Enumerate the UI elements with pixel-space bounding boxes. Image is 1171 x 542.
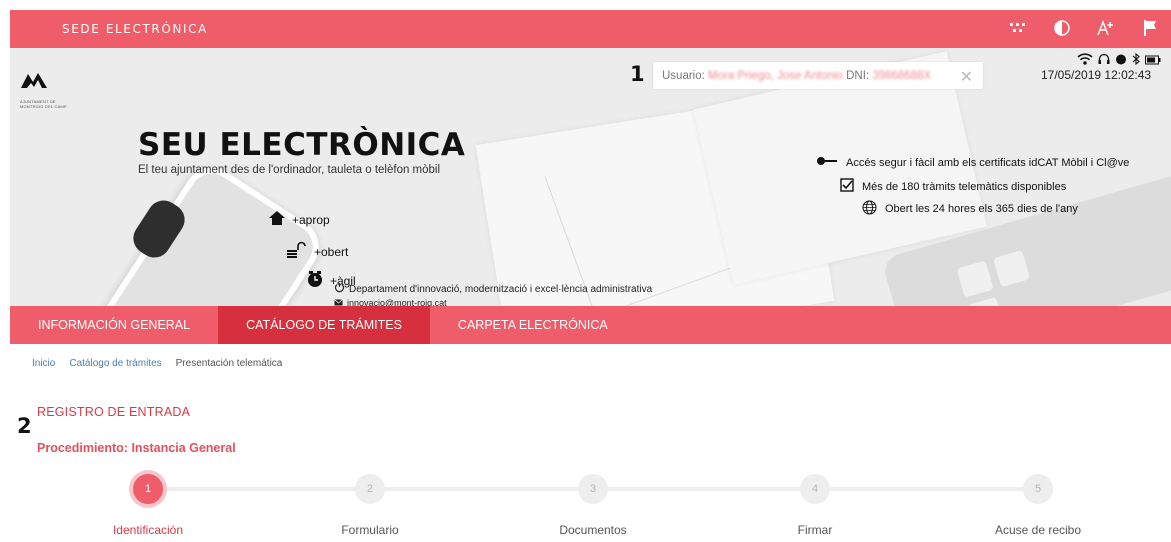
step-identificacion[interactable]: 1 Identificación <box>68 470 228 537</box>
apps-grid-icon[interactable] <box>1007 17 1029 39</box>
session-datetime: 17/05/2019 12:02:43 <box>1041 68 1152 82</box>
step-label: Firmar <box>797 523 833 537</box>
step-documentos[interactable]: 3 Documentos <box>513 470 673 537</box>
step-label: Documentos <box>559 523 627 537</box>
checkbox-icon <box>840 178 854 195</box>
logo-text: AJUNTAMENT DE MONTROIG DEL CAMP <box>20 99 67 109</box>
annotation-marker-1: 1 <box>630 62 645 86</box>
bullet-text: Més de 180 tràmits telemàtics disponible… <box>862 180 1067 193</box>
email-line: innovacio@mont-roig.cat <box>334 298 447 306</box>
annotation-marker-2: 2 <box>17 414 32 438</box>
nav-item-carpeta-electronica[interactable]: CARPETA ELECTRÓNICA <box>430 306 636 344</box>
step-number[interactable]: 3 <box>578 474 608 504</box>
dni-label: DNI: <box>846 69 870 82</box>
globe-icon <box>862 200 877 218</box>
step-label: Formulario <box>341 523 399 537</box>
step-formulario[interactable]: 2 Formulario <box>290 470 450 537</box>
email-text[interactable]: innovacio@mont-roig.cat <box>347 298 447 306</box>
key-icon <box>816 156 838 169</box>
power-icon <box>334 282 345 296</box>
main-nav: INFORMACIÓN GENERAL CATÁLOGO DE TRÁMITES… <box>10 306 1171 344</box>
procedure-title: Procedimiento: Instancia General <box>37 441 236 455</box>
step-number[interactable]: 4 <box>800 474 830 504</box>
language-flag-icon[interactable] <box>1139 17 1161 39</box>
user-name: Mora Priego, Jose Antonio <box>708 69 843 82</box>
department-line: Departament d'innovació, modernització i… <box>334 282 652 296</box>
font-size-icon[interactable] <box>1095 17 1117 39</box>
site-brand[interactable]: SEDE ELECTRÓNICA <box>62 22 208 36</box>
breadcrumb: Inicio Catálogo de trámites Presentación… <box>32 358 282 369</box>
step-number[interactable]: 5 <box>1023 474 1053 504</box>
step-number[interactable]: 1 <box>133 474 163 504</box>
bullet-hours: Obert les 24 hores els 365 dies de l'any <box>862 200 1078 218</box>
page: SEDE ELECTRÓNICA AJUNTAMENT DE MONTROIG … <box>10 10 1171 542</box>
hero-banner: AJUNTAMENT DE MONTROIG DEL CAMP SEU ELEC… <box>10 48 1171 306</box>
unlock-icon <box>286 241 308 262</box>
step-label: Acuse de recibo <box>994 523 1082 537</box>
accessibility-tools <box>1007 17 1161 39</box>
department-text: Departament d'innovació, modernització i… <box>349 283 653 295</box>
municipality-logo[interactable]: AJUNTAMENT DE MONTROIG DEL CAMP <box>20 70 80 109</box>
step-label: Identificación <box>112 523 184 537</box>
top-bar: SEDE ELECTRÓNICA <box>10 10 1171 48</box>
nav-item-catalogo-tramites[interactable]: CATÁLOGO DE TRÁMITES <box>218 306 430 344</box>
breadcrumb-catalog[interactable]: Catálogo de trámites <box>69 358 161 369</box>
feature-aprop: +aprop <box>268 210 330 229</box>
bullet-text: Accés segur i fàcil amb els certificats … <box>846 156 1130 169</box>
mail-icon <box>334 298 343 306</box>
bullet-text: Obert les 24 hores els 365 dies de l'any <box>885 203 1078 215</box>
nav-item-informacion-general[interactable]: INFORMACIÓN GENERAL <box>10 306 218 344</box>
banner-subtitle: El teu ajuntament des de l'ordinador, ta… <box>138 164 441 176</box>
close-icon[interactable]: ✕ <box>960 67 973 87</box>
feature-obert: +obert <box>286 241 348 262</box>
bullet-procedures: Més de 180 tràmits telemàtics disponible… <box>840 178 1066 195</box>
step-acuse-recibo[interactable]: 5 Acuse de recibo <box>958 470 1118 537</box>
bullet-secure-access: Accés segur i fàcil amb els certificats … <box>816 156 1129 169</box>
home-icon <box>268 210 286 229</box>
clock-icon <box>306 270 324 291</box>
feature-label: +aprop <box>292 212 330 227</box>
user-label: Usuario: <box>662 69 705 82</box>
breadcrumb-home[interactable]: Inicio <box>32 358 55 369</box>
phone-image <box>56 156 330 306</box>
feature-label: +obert <box>314 244 349 259</box>
section-title: REGISTRO DE ENTRADA <box>37 405 191 419</box>
progress-stepper: 1 Identificación 2 Formulario 3 Document… <box>10 470 1171 542</box>
breadcrumb-current: Presentación telemática <box>175 358 283 369</box>
contrast-icon[interactable] <box>1051 17 1073 39</box>
step-number[interactable]: 2 <box>355 474 385 504</box>
user-dni: 39868688X <box>872 69 932 82</box>
user-session-box: Usuario: Mora Priego, Jose Antonio DNI: … <box>653 62 983 89</box>
banner-title: SEU ELECTRÒNICA <box>138 127 466 163</box>
step-firmar[interactable]: 4 Firmar <box>735 470 895 537</box>
